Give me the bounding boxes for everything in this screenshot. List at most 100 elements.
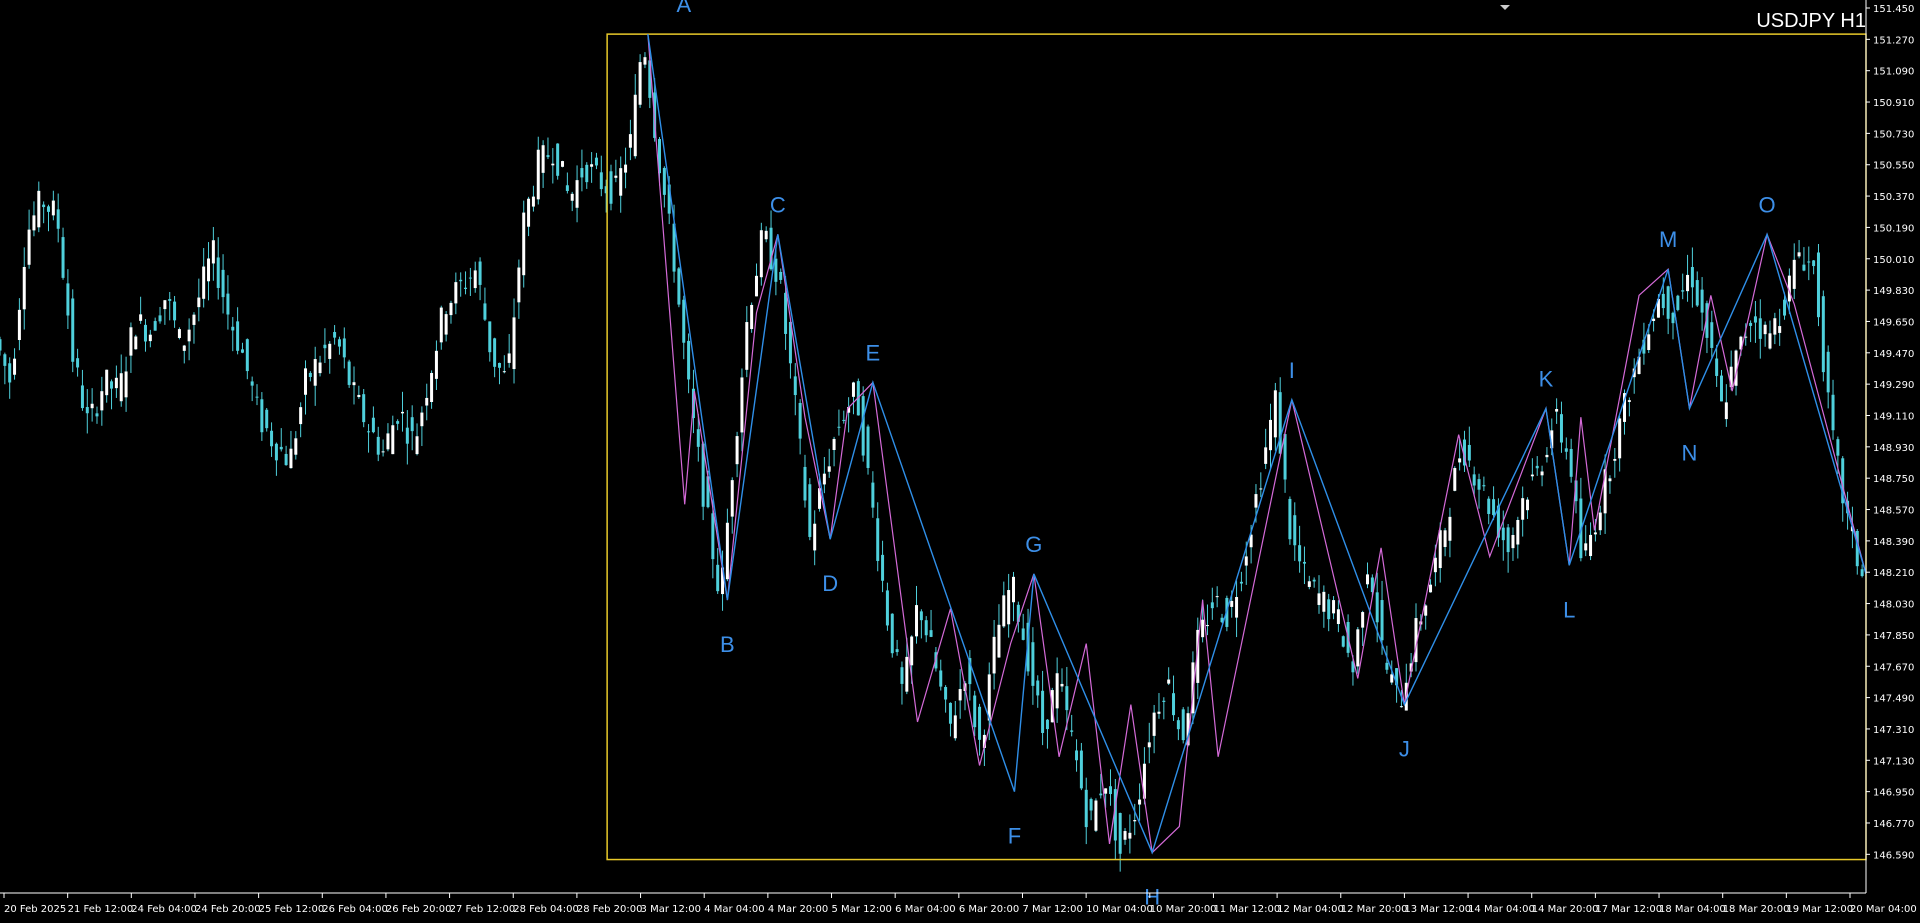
wave-label: E	[866, 340, 881, 365]
candle-body	[1807, 261, 1811, 263]
candle-body	[1172, 693, 1176, 716]
time-tick-label: 7 Mar 12:00	[1022, 904, 1082, 915]
candle-body	[915, 605, 919, 637]
candle-body	[599, 172, 603, 190]
price-tick-label: 148.390	[1873, 537, 1914, 548]
candle-body	[1385, 662, 1389, 670]
candle-body	[1060, 683, 1064, 687]
candle-body	[381, 451, 385, 453]
candle-body	[1089, 799, 1093, 811]
candle-body	[13, 358, 17, 375]
candle-body	[1283, 434, 1287, 480]
candle-body	[1162, 700, 1166, 702]
candle-body	[1133, 820, 1137, 822]
candle-body	[342, 338, 346, 358]
time-tick-label: 24 Feb 20:00	[195, 904, 261, 915]
price-tick-label: 146.950	[1873, 788, 1914, 799]
candle-body	[1278, 392, 1282, 454]
candle-body	[1356, 629, 1360, 667]
candle-body	[1768, 333, 1772, 349]
candle-body	[992, 636, 996, 674]
candle-body	[1390, 674, 1394, 683]
price-tick-label: 151.450	[1873, 4, 1914, 15]
candle-body	[1555, 409, 1559, 412]
time-tick-label: 26 Feb 20:00	[386, 904, 452, 915]
candle-body	[784, 292, 788, 334]
candle-body	[51, 200, 55, 216]
candle-body	[337, 339, 341, 347]
candle-body	[585, 164, 589, 183]
price-axis[interactable]: 151.450 151.270 151.090 150.910 150.730 150.5…	[1865, 0, 1914, 893]
candle-body	[1002, 595, 1006, 627]
candle-body	[376, 436, 380, 455]
candle-body	[100, 391, 104, 411]
candle-body	[425, 397, 429, 406]
candle-body	[95, 413, 99, 417]
candle-body	[1618, 418, 1622, 459]
candle-body	[177, 329, 181, 338]
candle-body	[187, 329, 191, 342]
candle-body	[56, 209, 60, 229]
candle-body	[105, 369, 109, 396]
candle-body	[459, 279, 463, 282]
candle-body	[352, 382, 356, 386]
candle-body	[1526, 499, 1530, 511]
candle-body	[507, 353, 511, 363]
wave-label: D	[822, 571, 838, 596]
candle-body	[1438, 530, 1442, 569]
time-tick-label: 27 Feb 12:00	[450, 904, 516, 915]
candle-body	[110, 381, 114, 389]
candle-body	[1652, 318, 1656, 321]
candle-body	[1399, 706, 1403, 708]
candle-body	[745, 322, 749, 370]
candle-body	[483, 303, 487, 320]
candle-body	[1802, 264, 1806, 271]
candle-body	[1671, 312, 1675, 324]
candle-body	[1259, 488, 1263, 490]
candle-body	[590, 164, 594, 167]
candle-body	[265, 409, 269, 429]
candle-body	[1380, 600, 1384, 641]
price-chart[interactable]: ABCDEFGHIJKLMNO 151.450151.270151.090150…	[0, 0, 1920, 923]
candle-body	[173, 301, 177, 321]
candle-body	[318, 362, 322, 374]
candle-body	[1079, 750, 1083, 789]
candle-body	[299, 407, 303, 425]
candle-body	[1836, 439, 1840, 456]
candle-body	[134, 336, 138, 350]
candle-body	[570, 193, 574, 201]
candle-body	[1700, 289, 1704, 313]
time-tick-label: 20 Feb 2025	[4, 904, 66, 915]
candle-body	[696, 429, 700, 447]
candle-body	[226, 293, 230, 315]
time-tick-label: 28 Feb 20:00	[577, 904, 643, 915]
candle-body	[0, 339, 2, 351]
wave-label: A	[677, 0, 692, 17]
price-tick-label: 149.470	[1873, 349, 1914, 360]
candle-body	[551, 163, 555, 166]
candle-body	[71, 298, 75, 362]
candle-body	[1147, 742, 1151, 748]
candle-body	[1831, 394, 1835, 431]
candle-body	[556, 143, 560, 176]
candle-body	[1540, 471, 1544, 476]
price-tick-label: 147.850	[1873, 631, 1914, 642]
candle-body	[1375, 592, 1379, 623]
candle-body	[798, 402, 802, 439]
candle-body	[774, 258, 778, 282]
price-tick-label: 147.130	[1873, 756, 1914, 767]
candle-body	[1593, 532, 1597, 535]
candle-body	[973, 695, 977, 728]
candle-body	[517, 267, 521, 303]
candle-body	[1584, 543, 1588, 551]
symbol-title: USDJPY H1	[1756, 10, 1866, 32]
candle-body	[1433, 557, 1437, 573]
candle-body	[803, 466, 807, 501]
candle-body	[929, 630, 933, 637]
time-tick-label: 14 Mar 20:00	[1532, 904, 1599, 915]
candle-body	[1472, 474, 1476, 486]
candle-body	[323, 344, 327, 349]
candle-body	[1545, 454, 1549, 458]
candle-body	[808, 484, 812, 537]
candle-body	[434, 350, 438, 379]
